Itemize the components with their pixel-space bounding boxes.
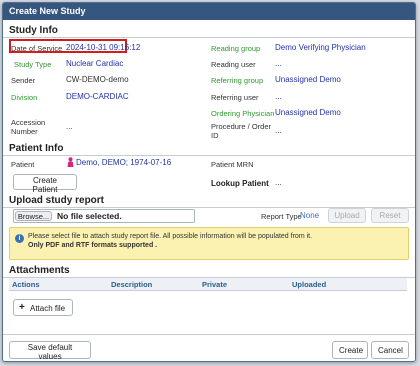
reading-group-label: Reading group: [211, 44, 261, 53]
upload-header: Upload study report: [3, 195, 415, 208]
patient-info-header: Patient Info: [3, 143, 415, 156]
sender-value: CW-DEMO-demo: [66, 75, 129, 84]
report-type-value[interactable]: None: [300, 211, 319, 220]
study-type-value[interactable]: Nuclear Cardiac: [66, 59, 123, 68]
upload-header-row: Upload study report: [3, 195, 415, 208]
save-default-values-button[interactable]: Save default values: [9, 341, 91, 361]
upload-button[interactable]: Upload: [328, 208, 366, 223]
file-input[interactable]: Browse... No file selected.: [13, 209, 195, 223]
report-type-label: Report Type: [261, 212, 302, 221]
reset-button[interactable]: Reset: [371, 208, 409, 223]
patient-info-header-row: Patient Info: [3, 143, 415, 156]
referring-user-value[interactable]: ...: [275, 92, 282, 101]
create-study-dialog: Create New Study Study Info Date of Serv…: [2, 2, 416, 362]
cancel-button[interactable]: Cancel: [371, 341, 409, 359]
attachments-table-header: Actions Description Private Uploaded: [9, 278, 407, 291]
attachments-header: Attachments: [3, 265, 415, 278]
study-info-header-row: Study Info: [3, 25, 415, 38]
upload-info-box: i Please select file to attach study rep…: [9, 227, 409, 260]
plus-icon: +: [19, 302, 25, 313]
ordering-physician-value[interactable]: Unassigned Demo: [275, 108, 341, 117]
column-private[interactable]: Private: [202, 280, 227, 289]
reading-user-value[interactable]: ...: [275, 59, 282, 68]
study-info-header: Study Info: [3, 25, 415, 38]
date-of-service-label: Date of Service: [11, 44, 63, 53]
referring-group-label: Referring group: [211, 76, 264, 85]
study-type-label: Study Type: [14, 60, 52, 69]
file-status-text: No file selected.: [57, 211, 122, 221]
patient-label: Patient: [11, 160, 35, 169]
referring-user-label: Referring user: [211, 93, 259, 102]
attach-file-button[interactable]: + Attach file: [13, 299, 73, 316]
attach-file-label: Attach file: [30, 304, 66, 313]
reading-user-label: Reading user: [211, 60, 256, 69]
division-value[interactable]: DEMO-CARDIAC: [66, 92, 129, 101]
column-actions[interactable]: Actions: [12, 280, 40, 289]
date-of-service-value[interactable]: 2024-10-31 09:16:12: [66, 43, 140, 52]
patient-mrn-label: Patient MRN: [211, 160, 254, 169]
create-patient-button[interactable]: Create Patient: [13, 174, 77, 194]
upload-info-line1: Please select file to attach study repor…: [28, 233, 313, 240]
patient-person-icon: [67, 157, 74, 167]
sender-label: Sender: [11, 76, 36, 85]
accession-label-line1: Accession: [11, 118, 46, 127]
info-icon: i: [15, 234, 24, 243]
lookup-patient-label: Lookup Patient: [211, 179, 269, 188]
browse-button[interactable]: Browse...: [15, 211, 52, 221]
referring-group-value[interactable]: Unassigned Demo: [275, 75, 341, 84]
procedure-id-label-line2: ID: [211, 131, 219, 140]
procedure-id-value[interactable]: ...: [275, 126, 282, 135]
patient-value[interactable]: Demo, DEMO; 1974-07-16: [76, 158, 171, 167]
create-button[interactable]: Create: [332, 341, 368, 359]
attachments-header-row: Attachments: [3, 265, 415, 278]
dialog-title: Create New Study: [3, 3, 415, 20]
ordering-physician-label: Ordering Physician: [211, 109, 275, 118]
reading-group-value[interactable]: Demo Verifying Physician: [275, 43, 366, 52]
accession-label-line2: Number: [11, 127, 38, 136]
column-description[interactable]: Description: [111, 280, 152, 289]
column-uploaded[interactable]: Uploaded: [292, 280, 326, 289]
division-label: Division: [11, 93, 38, 102]
dialog-footer: Save default values Create Cancel: [3, 334, 415, 361]
upload-info-line2: Only PDF and RTF formats supported .: [28, 242, 158, 249]
accession-number-value[interactable]: ...: [66, 122, 73, 131]
procedure-id-label-line1: Procedure / Order: [211, 122, 272, 131]
lookup-patient-value[interactable]: ...: [275, 178, 282, 187]
